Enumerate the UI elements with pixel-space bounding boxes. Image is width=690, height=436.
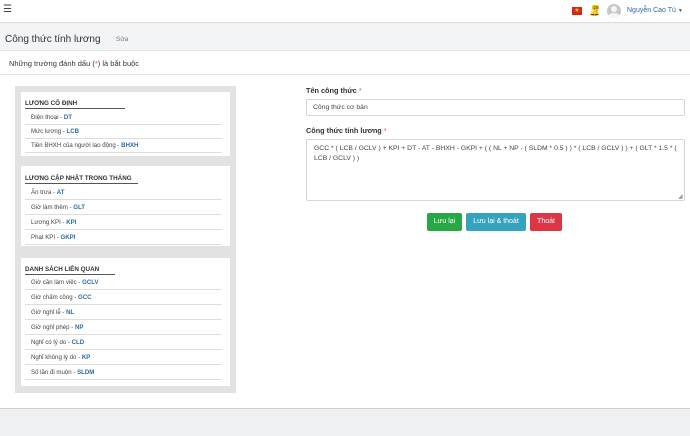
variable-code: GCLV xyxy=(82,279,99,286)
variable-label: Tiền BHXH của người lao động - xyxy=(31,142,122,149)
variable-label: Số lần đi muộn - xyxy=(31,369,78,376)
avatar-shoulders-shape xyxy=(608,13,620,18)
variable-item[interactable]: Nghỉ có lý do - CLD xyxy=(25,336,222,350)
formula-label: Công thức tính lương * xyxy=(306,126,387,135)
variable-code: GKPI xyxy=(60,234,76,241)
vietnam-flag-icon[interactable]: ★ xyxy=(572,7,582,15)
username-label: Nguyễn Cao Tú xyxy=(627,7,676,14)
variable-label: Nghỉ không lý do - xyxy=(31,354,82,361)
section-title: LƯƠNG CẬP NHẬT TRONG THÁNG xyxy=(25,175,132,182)
variable-label: Mức lương - xyxy=(31,128,67,135)
variable-label: Giờ chấm công - xyxy=(31,294,79,301)
formula-name-label: Tên công thức * xyxy=(306,86,362,95)
formula-textarea[interactable]: GCC * ( LCB / GCLV ) + KPI + DT - AT - B… xyxy=(306,139,685,201)
exit-button[interactable]: Thoát xyxy=(530,213,562,231)
section-title: LƯƠNG CỐ ĐỊNH xyxy=(25,100,78,107)
variable-code: NL xyxy=(66,309,75,316)
label-text: Công thức tính lương xyxy=(306,126,382,135)
variable-item[interactable]: Tiền BHXH của người lao động - BHXH xyxy=(25,139,222,153)
variable-item[interactable]: Giờ nghỉ lễ - NL xyxy=(25,306,222,320)
required-note-prefix: Những trường đánh dấu ( xyxy=(9,59,95,68)
avatar-head-shape xyxy=(611,6,617,12)
variable-label: Giờ làm thêm - xyxy=(31,204,74,211)
variable-code: KP xyxy=(81,354,91,361)
section-title-underline xyxy=(25,274,115,275)
variable-item[interactable]: Giờ nghỉ phép - NP xyxy=(25,321,222,335)
variable-item[interactable]: Ăn trưa - AT xyxy=(25,186,222,200)
hamburger-menu-icon[interactable]: ☰ xyxy=(3,5,12,15)
variable-item[interactable]: Điện thoại - DT xyxy=(25,111,222,125)
variable-code: LCB xyxy=(66,128,80,135)
save-and-exit-button[interactable]: Lưu lại & thoát xyxy=(466,213,526,231)
section-title: DANH SÁCH LIÊN QUAN xyxy=(25,266,100,273)
save-button[interactable]: Lưu lại xyxy=(427,213,462,231)
variable-item[interactable]: Giờ làm thêm - GLT xyxy=(25,201,222,215)
top-navbar: ☰ ★ 🔔 18 Nguyễn Cao Tú ▼ xyxy=(0,0,690,23)
notification-count-badge: 18 xyxy=(592,5,600,10)
variable-code: CLD xyxy=(71,339,85,346)
footer xyxy=(0,408,690,436)
variable-label: Nghỉ có lý do - xyxy=(31,339,72,346)
variable-item[interactable]: Giờ chấm công - GCC xyxy=(25,291,222,305)
page-subtitle: Sửa xyxy=(116,36,129,43)
variable-code: AT xyxy=(56,189,65,196)
variable-code: GCC xyxy=(78,294,92,301)
caret-down-icon: ▼ xyxy=(677,8,683,14)
variable-code: GLT xyxy=(73,204,85,211)
required-fields-note: Những trường đánh dấu (*) là bắt buộc xyxy=(9,59,139,68)
user-menu-toggle[interactable]: Nguyễn Cao Tú ▼ xyxy=(627,7,683,14)
variable-item[interactable]: Số lần đi muộn - SLDM xyxy=(25,366,222,380)
related-list-card: DANH SÁCH LIÊN QUAN Giờ cần làm việc - G… xyxy=(21,258,230,386)
variable-label: Điện thoại - xyxy=(31,114,64,121)
variable-label: Giờ nghỉ lễ - xyxy=(31,309,67,316)
divider xyxy=(0,74,690,75)
user-avatar[interactable] xyxy=(607,4,621,18)
required-star: * xyxy=(383,126,387,135)
variable-code: SLDM xyxy=(77,369,95,376)
section-title-underline xyxy=(25,108,125,109)
variable-code: BHXH xyxy=(121,142,139,149)
main-content: Những trường đánh dấu (*) là bắt buộc LƯ… xyxy=(0,50,690,408)
fixed-salary-card: LƯƠNG CỐ ĐỊNH Điện thoại - DT Mức lương … xyxy=(21,92,230,156)
variable-item[interactable]: Giờ cần làm việc - GCLV xyxy=(25,276,222,290)
variable-item[interactable]: Mức lương - LCB xyxy=(25,125,222,139)
required-star: * xyxy=(358,86,362,95)
page-title: Công thức tính lương xyxy=(5,34,101,45)
variable-label: Lương KPI - xyxy=(31,219,67,226)
variable-item[interactable]: Nghỉ không lý do - KP xyxy=(25,351,222,365)
required-note-suffix: ) là bắt buộc xyxy=(97,59,140,68)
resize-handle-icon[interactable]: ◢ xyxy=(678,194,683,200)
variable-label: Giờ cần làm việc - xyxy=(31,279,83,286)
variable-code: NP xyxy=(74,324,84,331)
monthly-salary-card: LƯƠNG CẬP NHẬT TRONG THÁNG Ăn trưa - AT … xyxy=(21,166,230,246)
variable-item[interactable]: Phạt KPI - GKPI xyxy=(25,231,222,245)
variables-panel: LƯƠNG CỐ ĐỊNH Điện thoại - DT Mức lương … xyxy=(15,86,236,393)
page-header: Công thức tính lương Sửa xyxy=(0,24,690,50)
variable-label: Giờ nghỉ phép - xyxy=(31,324,75,331)
variable-item[interactable]: Lương KPI - KPI xyxy=(25,216,222,230)
variable-code: DT xyxy=(63,114,72,121)
formula-name-input[interactable] xyxy=(306,99,685,116)
section-title-underline xyxy=(25,183,138,184)
variable-code: KPI xyxy=(66,219,77,226)
variable-label: Ăn trưa - xyxy=(31,189,57,196)
variable-label: Phạt KPI - xyxy=(31,234,61,241)
label-text: Tên công thức xyxy=(306,86,357,95)
notification-button[interactable]: 🔔 18 xyxy=(589,5,601,17)
